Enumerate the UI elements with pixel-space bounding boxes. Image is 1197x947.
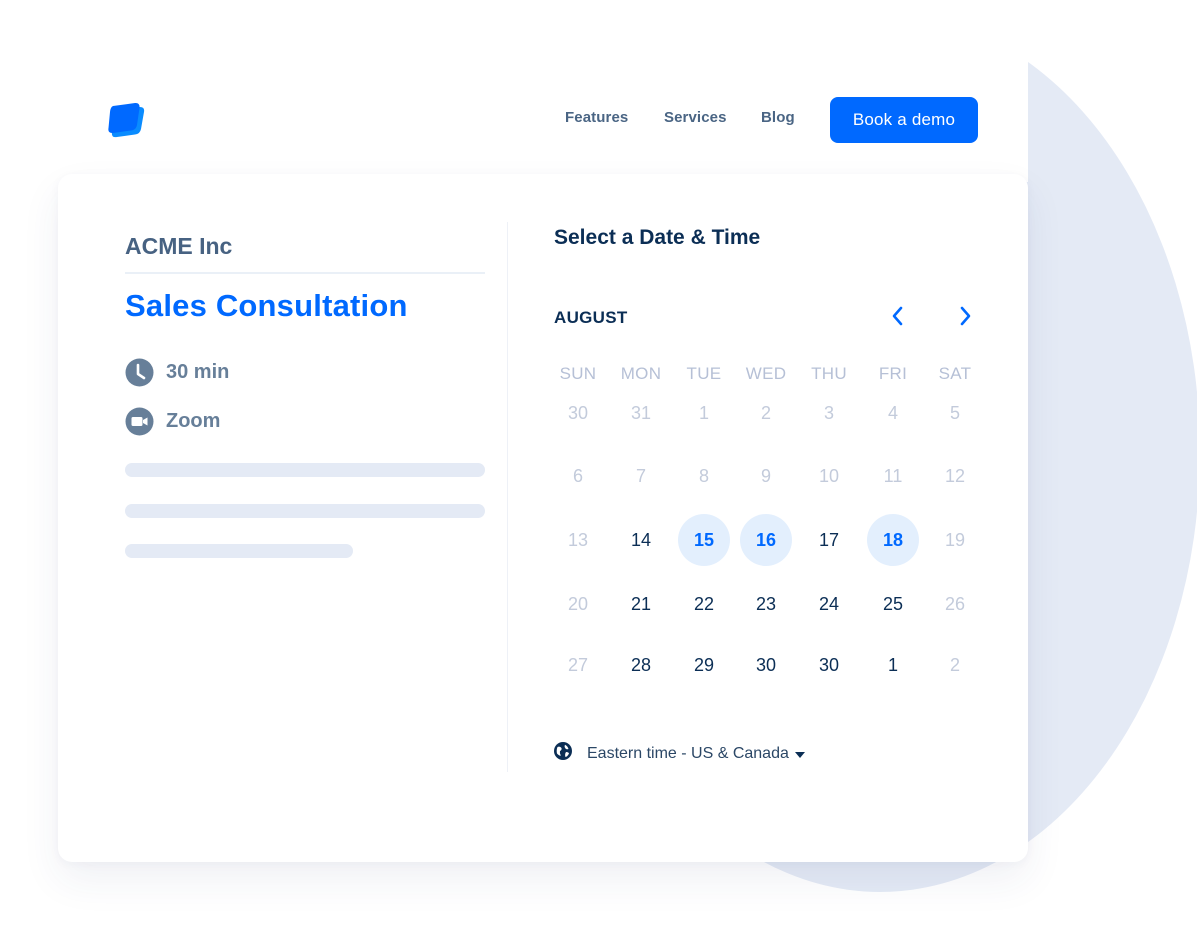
calendar-day-disabled: 19: [944, 529, 966, 550]
weekday-label: SAT: [938, 364, 972, 383]
timezone-label: Eastern time - US & Canada: [587, 744, 789, 762]
layers-logo-icon[interactable]: [107, 101, 147, 141]
location-label: Zoom: [166, 410, 221, 432]
calendar-day-disabled: 6: [572, 465, 583, 486]
calendar-day[interactable]: 1: [867, 639, 919, 691]
calendar-day[interactable]: 24: [803, 578, 855, 630]
nav-link-features[interactable]: Features: [565, 109, 628, 126]
placeholder-line: [125, 463, 485, 477]
calendar-day[interactable]: 14: [615, 514, 667, 566]
calendar-day-disabled: 20: [567, 593, 589, 614]
event-title: Sales Consultation: [125, 288, 408, 323]
placeholder-line: [125, 504, 485, 518]
video-camera-icon: [125, 407, 154, 436]
prev-month-button[interactable]: [884, 302, 912, 330]
placeholder-line: [125, 544, 353, 558]
calendar-day-disabled: 3: [823, 402, 834, 423]
globe-icon: [553, 741, 573, 766]
calendar-day-available[interactable]: 15: [678, 514, 730, 566]
book-demo-button[interactable]: Book a demo: [830, 97, 978, 143]
calendar-day[interactable]: 30: [740, 639, 792, 691]
calendar-day[interactable]: 28: [615, 639, 667, 691]
calendar-day-disabled: 27: [567, 654, 589, 675]
background-mask: [0, 0, 1197, 62]
calendar-day-available[interactable]: 16: [740, 514, 792, 566]
calendar-day[interactable]: 25: [867, 578, 919, 630]
calendar-day-disabled: 11: [883, 465, 903, 486]
calendar-day-disabled: 26: [944, 593, 966, 614]
chevron-left-icon: [892, 306, 903, 326]
calendar-day-disabled: 8: [698, 465, 709, 486]
calendar-day-disabled: 4: [887, 402, 898, 423]
calendar-day[interactable]: 17: [803, 514, 855, 566]
nav-link-blog[interactable]: Blog: [761, 109, 795, 126]
clock-icon: [125, 358, 154, 387]
calendar-day-disabled: 31: [630, 402, 652, 423]
calendar-day-disabled: 10: [818, 465, 840, 486]
divider: [125, 272, 485, 274]
scheduler-title: Select a Date & Time: [554, 226, 761, 249]
weekday-label: TUE: [686, 364, 722, 383]
nav-link-services[interactable]: Services: [664, 109, 727, 126]
event-location: Zoom: [125, 407, 220, 436]
calendar-day-disabled: 2: [760, 402, 771, 423]
weekday-label: WED: [745, 364, 787, 383]
chevron-right-icon: [960, 306, 971, 326]
calendar-day[interactable]: 23: [740, 578, 792, 630]
timezone-selector[interactable]: Eastern time - US & Canada: [553, 741, 805, 766]
calendar-day-available[interactable]: 18: [867, 514, 919, 566]
column-divider: [507, 222, 508, 772]
weekday-label: MON: [620, 364, 662, 383]
calendar-day[interactable]: 21: [615, 578, 667, 630]
calendar-day-disabled: 7: [635, 465, 646, 486]
calendar-day[interactable]: 30: [803, 639, 855, 691]
calendar-day[interactable]: 22: [678, 578, 730, 630]
weekday-label: THU: [811, 364, 847, 383]
weekday-label: FRI: [878, 364, 908, 383]
calendar-day-disabled: 5: [949, 402, 960, 423]
calendar-day[interactable]: 29: [678, 639, 730, 691]
calendar-day-disabled: 30: [567, 402, 589, 423]
weekday-label: SUN: [559, 364, 597, 383]
duration-label: 30 min: [166, 361, 230, 383]
calendar-day-disabled: 13: [567, 529, 589, 550]
calendar-day-disabled: 2: [949, 654, 960, 675]
calendar-day-disabled: 1: [698, 402, 709, 423]
next-month-button[interactable]: [951, 302, 979, 330]
calendar-day-disabled: 9: [760, 465, 771, 486]
calendar-day-disabled: 12: [944, 465, 966, 486]
month-label: AUGUST: [554, 308, 628, 327]
event-duration: 30 min: [125, 358, 229, 387]
company-name: ACME Inc: [125, 233, 233, 259]
caret-down-icon: [794, 751, 805, 758]
